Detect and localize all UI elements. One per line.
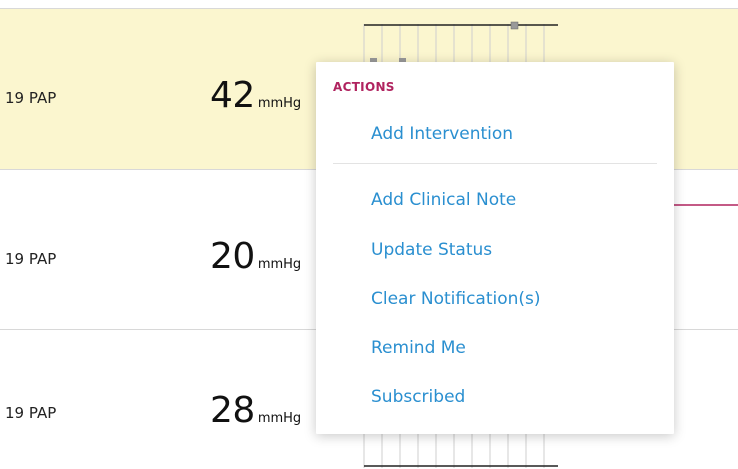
add-intervention-item[interactable]: Add Intervention [371, 124, 513, 144]
menu-heading: ACTIONS [333, 80, 395, 94]
actions-menu: ACTIONS Add Intervention Add Clinical No… [316, 62, 674, 434]
subscribed-item[interactable]: Subscribed [371, 387, 465, 407]
clear-notifications-item[interactable]: Clear Notification(s) [371, 289, 541, 309]
menu-divider [333, 163, 657, 164]
update-status-item[interactable]: Update Status [371, 240, 492, 260]
remind-me-item[interactable]: Remind Me [371, 338, 466, 358]
add-clinical-note-item[interactable]: Add Clinical Note [371, 190, 516, 210]
